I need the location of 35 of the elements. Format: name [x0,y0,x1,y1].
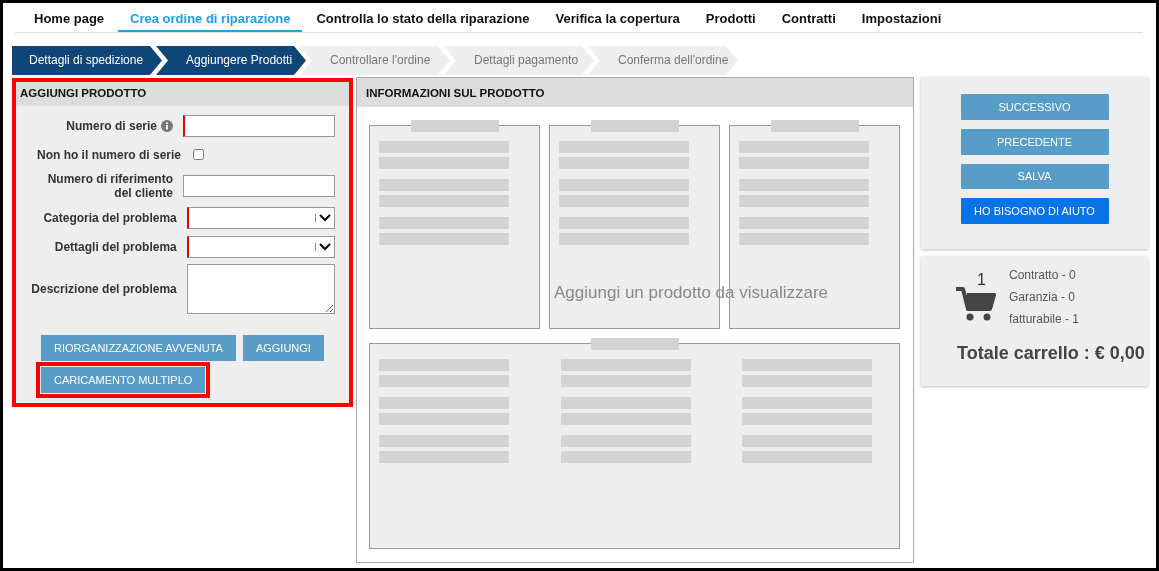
dropdown[interactable] [186,206,335,229]
checkbox[interactable] [193,149,204,160]
panel-title: AGGIUNGI PRODOTTO [16,82,349,106]
text-field[interactable] [183,114,335,137]
field-label: Categoria del problema [43,210,177,225]
nav-tab[interactable]: Impostazioni [849,7,954,32]
cart-total: Totale carrello : € 0,00 [957,343,1146,364]
cart-icon [956,286,996,322]
nav-tab[interactable]: Crea ordine di riparazione [118,7,303,32]
nav-tab[interactable]: Verifica la copertura [543,7,692,32]
action-button[interactable]: SALVA [960,163,1109,190]
caret-icon [315,213,331,222]
field-label: Numero di riferimento del cliente [46,172,173,200]
action-button[interactable]: RIORGANIZZAZIONE AVVENUTA [41,335,236,361]
text-field[interactable] [183,175,335,197]
field-label: Descrizione del problema [31,282,177,296]
field-label: Dettagli del problema [54,239,177,254]
caret-icon [315,242,331,251]
cart-line: Contratto - 0 [1009,268,1077,282]
text-area[interactable] [186,264,335,314]
action-button[interactable]: HO BISOGNO DI AIUTO [960,198,1109,224]
action-button[interactable]: AGGIUNGI [242,335,324,361]
nav-tab[interactable]: Prodotti [693,7,768,32]
cart-count: 1 [977,272,986,288]
cart-line: Garanzia - 0 [1009,290,1077,304]
cart-line: fatturabile - 1 [1009,312,1080,326]
action-button[interactable]: SUCCESSIVO [960,94,1109,120]
field-label: Non ho il numero di serie [36,147,181,162]
dropdown[interactable] [186,235,335,258]
nav-tab[interactable]: Contratti [769,7,848,32]
nav-tab[interactable]: Controlla lo stato della riparazione [304,7,542,32]
panel-title: INFORMAZIONI SUL PRODOTTO [357,78,913,107]
nav-tab[interactable]: Home page [22,7,117,32]
field-label: Numero di serie [66,118,157,133]
action-button[interactable]: PRECEDENTE [960,128,1109,155]
